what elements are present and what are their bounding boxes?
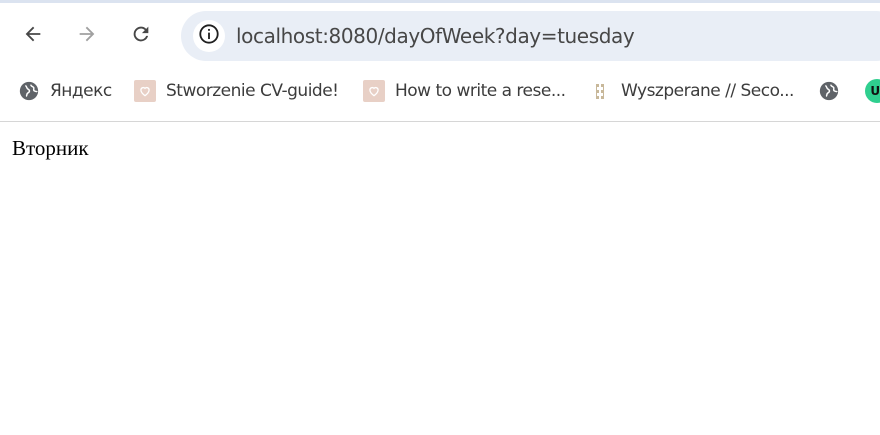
- browser-chrome: localhost:8080/dayOfWeek?day=tuesday Янд…: [0, 0, 880, 122]
- reload-button[interactable]: [123, 16, 159, 52]
- heart-favicon-icon: [363, 80, 385, 102]
- day-of-week-text: Вторник: [12, 136, 89, 160]
- bookmark-globe[interactable]: [818, 78, 850, 104]
- hanger-favicon-icon: [589, 80, 611, 102]
- bookmarks-bar: Яндекс Stworzenie CV-guide! How to write…: [0, 70, 880, 110]
- url-path: :8080/dayOfWeek?day=tuesday: [322, 24, 635, 48]
- url-host: localhost: [236, 24, 323, 48]
- address-bar[interactable]: localhost:8080/dayOfWeek?day=tuesday: [181, 11, 880, 61]
- bookmark-yandex[interactable]: Яндекс: [18, 78, 112, 104]
- bookmark-wyszperane[interactable]: Wyszperane // Seco...: [589, 78, 794, 104]
- globe-icon: [18, 80, 40, 102]
- bookmark-label: UI: [870, 84, 880, 98]
- arrow-left-icon: [22, 23, 44, 45]
- bookmark-label: Яндекс: [50, 81, 112, 101]
- site-info-button[interactable]: [193, 20, 225, 52]
- bookmark-label: How to write a rese...: [395, 81, 566, 101]
- arrow-right-icon: [76, 23, 98, 45]
- heart-favicon-icon: [134, 80, 156, 102]
- back-button[interactable]: [15, 16, 51, 52]
- bookmark-cv-guide[interactable]: Stworzenie CV-guide!: [134, 78, 339, 104]
- bookmark-how-to-write[interactable]: How to write a rese...: [363, 78, 566, 104]
- reload-icon: [130, 23, 152, 45]
- info-icon: [198, 23, 220, 50]
- bookmark-label: Wyszperane // Seco...: [621, 81, 794, 101]
- window-top-edge: [0, 0, 880, 3]
- url-text[interactable]: localhost:8080/dayOfWeek?day=tuesday: [236, 24, 635, 48]
- forward-button[interactable]: [69, 16, 105, 52]
- green-circle-favicon-icon: UI: [865, 79, 880, 103]
- page-content: Вторник: [0, 122, 880, 435]
- bookmark-ui[interactable]: UI: [865, 78, 880, 104]
- bookmark-label: Stworzenie CV-guide!: [166, 81, 339, 101]
- globe-icon: [818, 80, 840, 102]
